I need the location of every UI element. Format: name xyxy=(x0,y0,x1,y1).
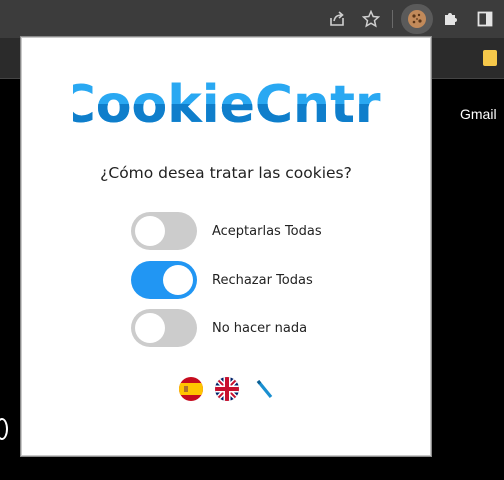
es-flag-icon[interactable] xyxy=(179,377,203,401)
reject-all-toggle[interactable] xyxy=(131,261,197,299)
uk-flag-icon[interactable] xyxy=(215,377,239,401)
pencil-icon[interactable] xyxy=(253,377,277,401)
puzzle-icon[interactable] xyxy=(438,6,464,32)
toggle-knob xyxy=(135,313,165,343)
toolbar-divider xyxy=(392,10,393,28)
do-nothing-label: No hacer nada xyxy=(212,320,308,336)
toggle-knob xyxy=(135,216,165,246)
toggle-knob xyxy=(163,265,193,295)
option-do-nothing: No hacer nada xyxy=(131,309,391,347)
side-panel-icon[interactable] xyxy=(472,6,498,32)
share-icon[interactable] xyxy=(324,6,350,32)
reject-all-label: Rechazar Todas xyxy=(212,272,313,288)
option-reject-all: Rechazar Todas xyxy=(131,261,391,299)
app-logo: CookieCntrl CookieCntrl xyxy=(73,78,383,128)
cookie-extension-icon[interactable] xyxy=(401,4,433,34)
gmail-link[interactable]: Gmail xyxy=(460,106,497,122)
browser-toolbar xyxy=(0,0,504,38)
do-nothing-toggle[interactable] xyxy=(131,309,197,347)
cookie-question: ¿Cómo desea tratar las cookies? xyxy=(100,164,352,182)
bookmark-folder-icon[interactable] xyxy=(483,50,497,66)
extension-popup: CookieCntrl CookieCntrl ¿Cómo desea trat… xyxy=(21,37,431,456)
accept-all-label: Aceptarlas Todas xyxy=(212,223,322,239)
star-icon[interactable] xyxy=(358,6,384,32)
option-accept-all: Aceptarlas Todas xyxy=(131,212,391,250)
language-selector xyxy=(179,377,277,401)
page-edge-glyph xyxy=(0,418,8,440)
accept-all-toggle[interactable] xyxy=(131,212,197,250)
